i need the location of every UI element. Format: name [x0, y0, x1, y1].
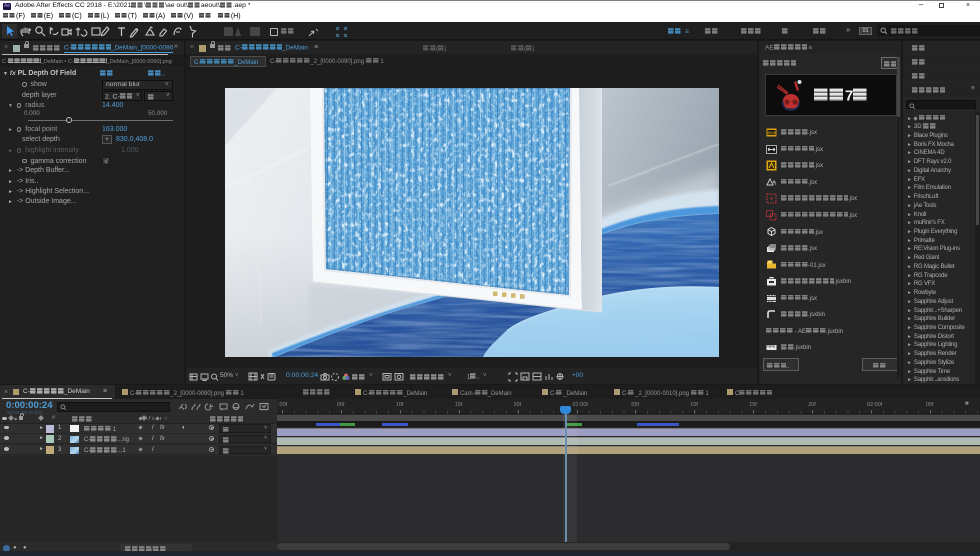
svg-text:A: A: [773, 179, 776, 184]
svg-text:000: 000: [767, 130, 775, 136]
